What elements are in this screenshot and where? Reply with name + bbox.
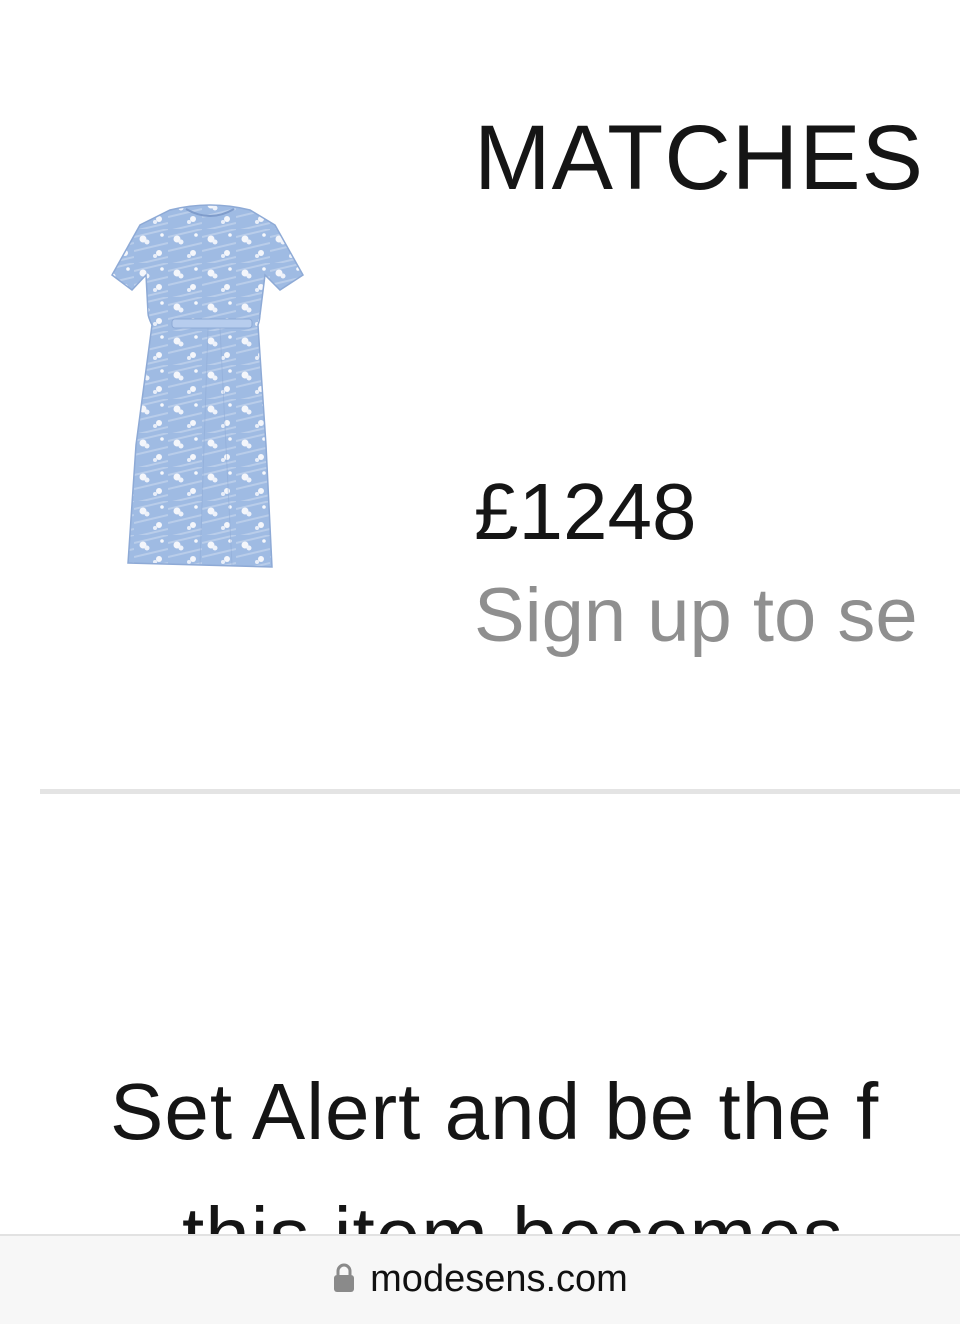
url-text: modesens.com: [370, 1258, 628, 1300]
section-divider: [40, 789, 960, 794]
alert-line-1: Set Alert and be the f: [110, 1067, 880, 1156]
product-price: £1248: [474, 467, 697, 556]
product-image[interactable]: [100, 195, 320, 580]
signup-link[interactable]: Sign up to se: [474, 578, 918, 654]
url-display[interactable]: modesens.com: [0, 1260, 960, 1298]
store-name[interactable]: MATCHES: [474, 112, 924, 204]
dress-image: [111, 204, 304, 568]
lock-icon: [334, 1263, 355, 1292]
browser-address-bar[interactable]: modesens.com: [0, 1234, 960, 1324]
